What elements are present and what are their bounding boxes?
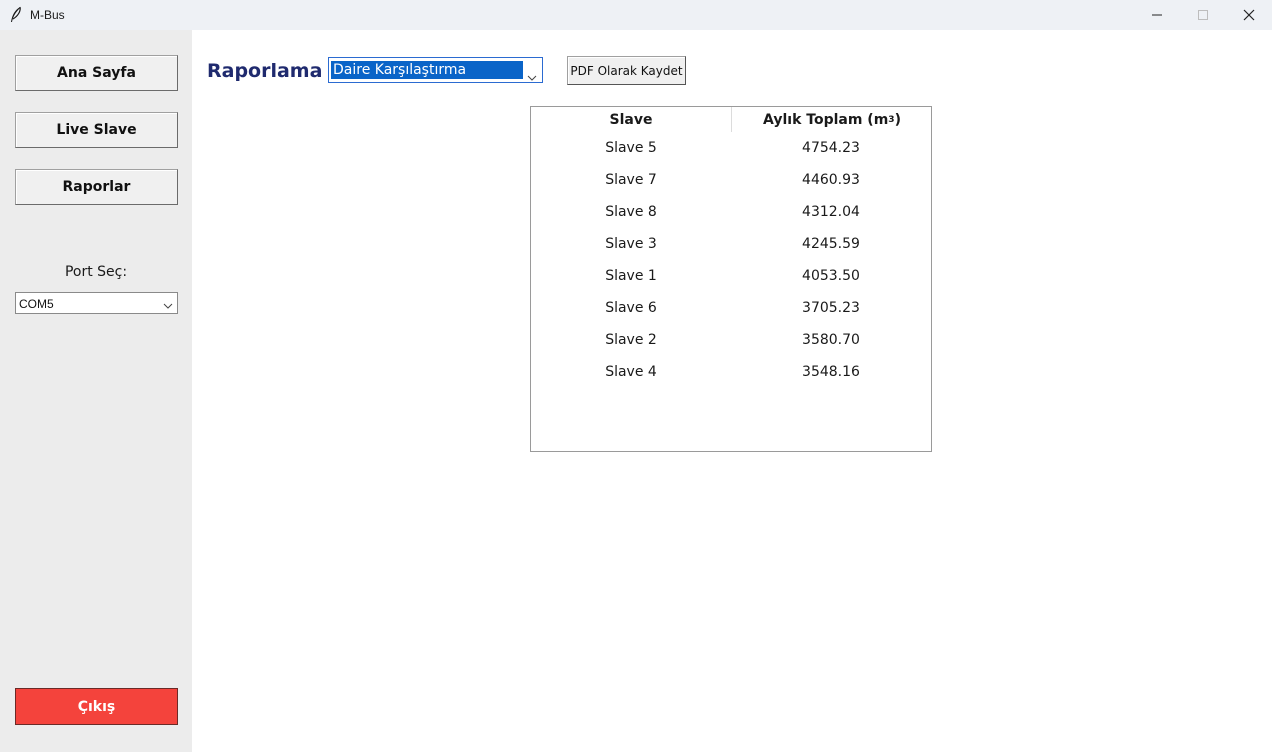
cell-slave: Slave 1 (605, 268, 657, 284)
report-type-select[interactable]: Daire Karşılaştırma (328, 57, 543, 83)
cell-slave: Slave 4 (605, 364, 657, 380)
table-row[interactable]: Slave 7 4460.93 (531, 164, 931, 196)
report-type-value: Daire Karşılaştırma (331, 61, 523, 79)
port-select-value: COM5 (19, 297, 54, 311)
cell-total: 3580.70 (802, 332, 860, 348)
column-header-total-close: ) (894, 111, 901, 128)
minimize-button[interactable] (1134, 0, 1180, 30)
table-row[interactable]: Slave 6 3705.23 (531, 292, 931, 324)
title-bar: M-Bus (0, 0, 1272, 30)
chevron-down-icon (527, 67, 537, 86)
column-header-total[interactable]: Aylık Toplam (m 3) (731, 107, 932, 132)
cell-slave: Slave 7 (605, 172, 657, 188)
cell-total: 4754.23 (802, 140, 860, 156)
feather-icon (9, 6, 25, 24)
exit-button[interactable]: Çıkış (15, 688, 178, 725)
raporlar-button[interactable]: Raporlar (15, 169, 178, 205)
cell-total: 4312.04 (802, 204, 860, 220)
cell-total: 3548.16 (802, 364, 860, 380)
minimize-icon (1152, 14, 1162, 16)
cell-slave: Slave 2 (605, 332, 657, 348)
cell-total: 4460.93 (802, 172, 860, 188)
cell-slave: Slave 5 (605, 140, 657, 156)
close-icon (1243, 9, 1255, 21)
port-select[interactable]: COM5 (15, 292, 178, 314)
table-row[interactable]: Slave 4 3548.16 (531, 356, 931, 388)
page-title: Raporlama (207, 60, 323, 82)
cell-total: 3705.23 (802, 300, 860, 316)
table-row[interactable]: Slave 8 4312.04 (531, 196, 931, 228)
column-header-total-text: Aylık Toplam (m (763, 111, 889, 128)
cell-total: 4245.59 (802, 236, 860, 252)
ana-sayfa-button[interactable]: Ana Sayfa (15, 55, 178, 91)
chevron-down-icon (163, 299, 173, 313)
port-label: Port Seç: (64, 264, 128, 280)
table-row[interactable]: Slave 2 3580.70 (531, 324, 931, 356)
table-row[interactable]: Slave 1 4053.50 (531, 260, 931, 292)
table-row[interactable]: Slave 3 4245.59 (531, 228, 931, 260)
column-header-slave[interactable]: Slave (531, 107, 731, 132)
table-row[interactable]: Slave 5 4754.23 (531, 132, 931, 164)
report-table: Slave Aylık Toplam (m 3) Slave 5 4754.23 … (530, 106, 932, 452)
cell-slave: Slave 8 (605, 204, 657, 220)
maximize-button[interactable] (1180, 0, 1226, 30)
cell-slave: Slave 6 (605, 300, 657, 316)
cell-total: 4053.50 (802, 268, 860, 284)
save-pdf-button[interactable]: PDF Olarak Kaydet (567, 56, 686, 85)
sidebar: Ana Sayfa Live Slave Raporlar Port Seç: … (0, 30, 192, 752)
cell-slave: Slave 3 (605, 236, 657, 252)
close-button[interactable] (1226, 0, 1272, 30)
live-slave-button[interactable]: Live Slave (15, 112, 178, 148)
window-title: M-Bus (30, 8, 65, 22)
maximize-icon (1198, 10, 1208, 20)
table-header: Slave Aylık Toplam (m 3) (531, 107, 931, 132)
